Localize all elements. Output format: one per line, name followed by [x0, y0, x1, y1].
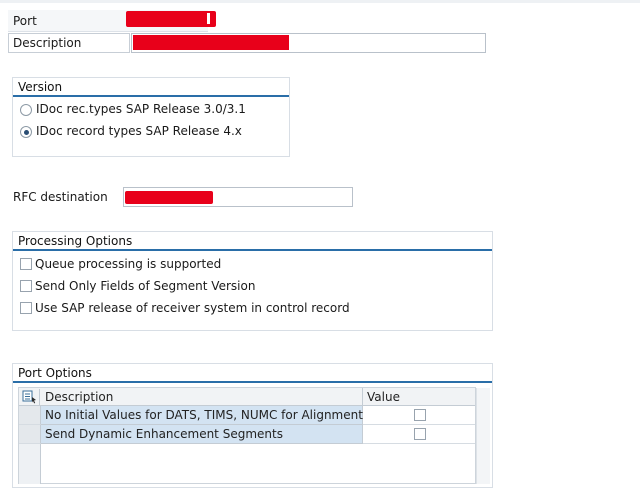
version-group-title: Version [13, 78, 289, 97]
checkbox-use-receiver-release-label: Use SAP release of receiver system in co… [35, 301, 350, 315]
checkbox-queue-processing[interactable] [20, 258, 32, 270]
table-row-selector[interactable] [19, 425, 41, 444]
table-row-description: Send Dynamic Enhancement Segments [41, 425, 363, 444]
radio-release-30[interactable] [20, 104, 32, 116]
port-label: Port [13, 14, 37, 28]
checkbox-no-initial-values[interactable] [414, 409, 426, 421]
rfc-destination-label: RFC destination [13, 190, 108, 204]
checkbox-use-receiver-release[interactable] [20, 302, 32, 314]
port-options-title: Port Options [13, 364, 492, 383]
checkbox-send-segment-version-label: Send Only Fields of Segment Version [35, 279, 256, 293]
port-value-redacted[interactable] [126, 11, 216, 27]
checkbox-queue-processing-label: Queue processing is supported [35, 257, 222, 271]
table-row-selector[interactable] [19, 406, 41, 425]
description-label: Description [13, 36, 82, 50]
column-header-value[interactable]: Value [363, 388, 475, 407]
rfc-destination-redacted [125, 191, 213, 204]
checkbox-send-segment-version[interactable] [20, 280, 32, 292]
version-group: Version [12, 77, 290, 157]
radio-release-30-label: IDoc rec.types SAP Release 3.0/3.1 [36, 102, 246, 116]
checkbox-dynamic-enhancement[interactable] [414, 428, 426, 440]
table-row-description: No Initial Values for DATS, TIMS, NUMC f… [41, 406, 363, 425]
radio-release-4x-label: IDoc record types SAP Release 4.x [36, 124, 242, 138]
description-value-redacted [133, 35, 289, 50]
radio-release-4x[interactable] [20, 126, 32, 138]
port-value-glint [207, 13, 210, 24]
processing-options-title: Processing Options [13, 232, 492, 251]
table-empty-area [19, 444, 41, 484]
radio-selected-dot [23, 129, 29, 135]
column-header-description[interactable]: Description [41, 388, 363, 407]
table-scrollbar[interactable] [476, 388, 490, 484]
top-strip [0, 0, 640, 3]
select-all-icon[interactable] [21, 389, 40, 405]
